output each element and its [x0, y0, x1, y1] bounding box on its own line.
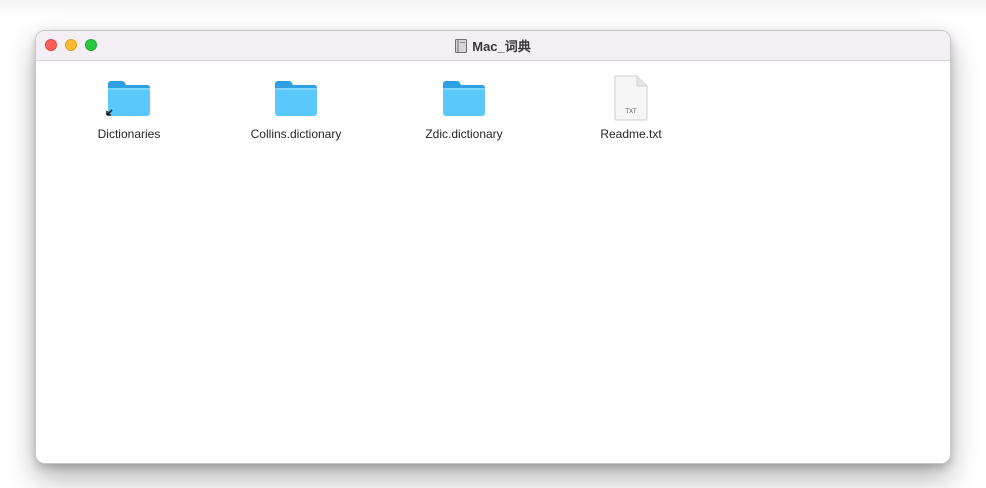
document-proxy-icon[interactable]: [455, 38, 468, 53]
file-name: Collins.dictionary: [250, 127, 342, 141]
window-title-text: Mac_词典: [472, 39, 531, 54]
finder-window[interactable]: Mac_词典 Dictionaries Collins.dictionary Z…: [35, 30, 951, 464]
file-item-collins-dictionary[interactable]: Collins.dictionary: [216, 75, 376, 141]
folder-alias-icon: [105, 75, 153, 121]
folder-icon: [440, 75, 488, 121]
title-bar[interactable]: Mac_词典: [36, 31, 950, 61]
folder-icon: [272, 75, 320, 121]
file-icon-view[interactable]: Dictionaries Collins.dictionary Zdic.dic…: [36, 61, 950, 463]
window-title: Mac_词典: [36, 31, 950, 60]
file-name: Readme.txt: [600, 127, 662, 141]
file-name: Zdic.dictionary: [425, 127, 503, 141]
file-type-badge: TXT: [625, 109, 637, 115]
file-name: Dictionaries: [97, 127, 161, 141]
desktop: Mac_词典 Dictionaries Collins.dictionary Z…: [0, 0, 986, 488]
file-item-readme-txt[interactable]: TXT Readme.txt: [551, 75, 711, 141]
file-item-zdic-dictionary[interactable]: Zdic.dictionary: [384, 75, 544, 141]
text-file-icon: TXT: [607, 75, 655, 121]
file-item-dictionaries[interactable]: Dictionaries: [49, 75, 209, 141]
